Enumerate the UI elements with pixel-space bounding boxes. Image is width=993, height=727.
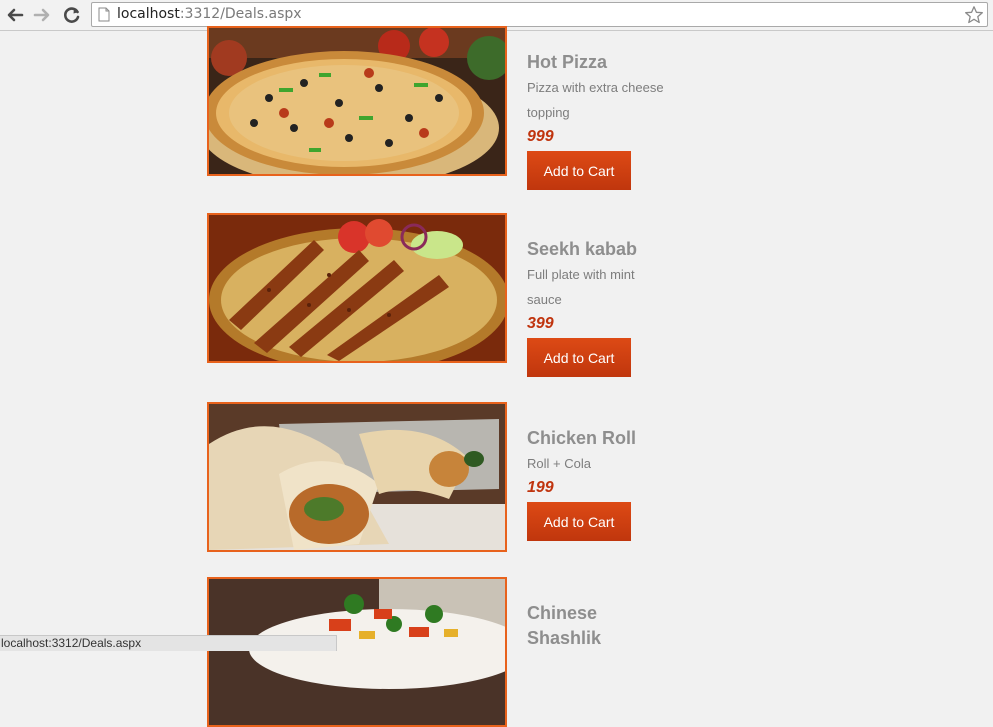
kabab-image: [207, 213, 507, 363]
deal-info: Chicken Roll Roll + Cola 199 Add to Cart: [527, 426, 667, 541]
deal-name: Seekh kabab: [527, 239, 638, 259]
address-bar[interactable]: localhost:3312/Deals.aspx: [91, 2, 988, 27]
page-icon: [98, 7, 110, 27]
deal-info: Seekh kabab Full plate with mint sauce 3…: [527, 237, 667, 377]
back-arrow-icon[interactable]: [4, 4, 26, 26]
deal-name: Chinese Shashlik: [527, 603, 602, 648]
chicken-roll-image: [207, 402, 507, 552]
deal-description: Full plate with mint sauce: [527, 267, 635, 307]
deal-name: Chicken Roll: [527, 428, 637, 448]
add-to-cart-button[interactable]: Add to Cart: [527, 151, 631, 190]
deal-price: 399: [527, 315, 554, 332]
bookmark-star-icon[interactable]: [964, 5, 984, 30]
deal-info: Chinese Shashlik: [527, 601, 667, 651]
add-to-cart-button[interactable]: Add to Cart: [527, 338, 631, 377]
add-to-cart-button[interactable]: Add to Cart: [527, 502, 631, 541]
reload-icon[interactable]: [61, 4, 83, 26]
deal-name: Hot Pizza: [527, 52, 608, 72]
status-bar: localhost:3312/Deals.aspx: [0, 635, 337, 651]
deal-description: Roll + Cola: [527, 456, 591, 471]
shashlik-image: [207, 577, 507, 727]
pizza-image: [207, 26, 507, 176]
deal-price: 199: [527, 479, 554, 496]
deal-description: Pizza with extra cheese topping: [527, 80, 664, 120]
forward-arrow-icon[interactable]: [31, 4, 53, 26]
deal-price: 999: [527, 128, 554, 145]
url-text: localhost:3312/Deals.aspx: [117, 6, 302, 22]
deal-info: Hot Pizza Pizza with extra cheese toppin…: [527, 50, 667, 190]
